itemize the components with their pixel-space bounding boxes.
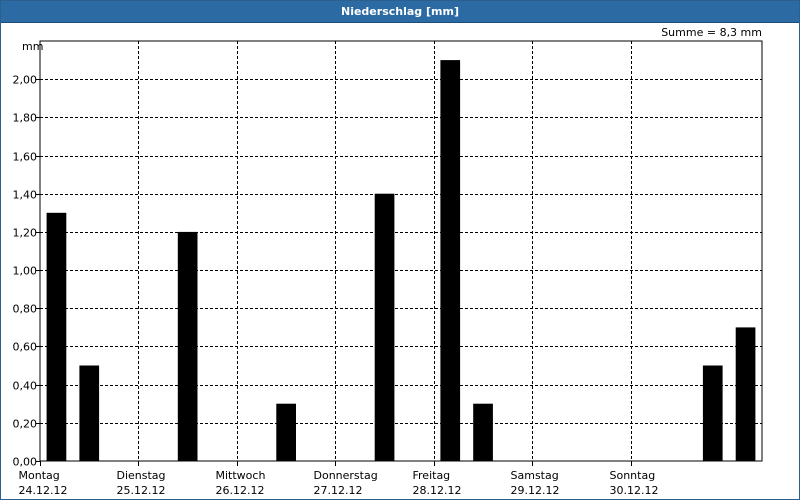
x-weekday-label: Dienstag xyxy=(117,469,166,482)
x-weekday-label: Mittwoch xyxy=(216,469,266,482)
y-tick-label: 1,60 xyxy=(13,151,38,164)
x-date-label: 28.12.12 xyxy=(413,484,462,497)
plot-area xyxy=(39,40,763,462)
y-tick-label: 0,60 xyxy=(13,341,38,354)
x-weekday-label: Donnerstag xyxy=(314,469,378,482)
y-tick-label: 1,20 xyxy=(13,227,38,240)
x-weekday-label: Sonntag xyxy=(610,469,656,482)
y-tick-label: 0,20 xyxy=(13,418,38,431)
bar xyxy=(374,193,395,461)
x-date-label: 24.12.12 xyxy=(19,484,68,497)
y-tick-label: 0,00 xyxy=(13,456,38,469)
sum-label: Summe = 8,3 mm xyxy=(661,26,762,39)
y-tick-label: 1,80 xyxy=(13,112,38,125)
bar xyxy=(735,327,756,461)
x-weekday-label: Montag xyxy=(19,469,60,482)
x-date-label: 27.12.12 xyxy=(314,484,363,497)
bar xyxy=(473,403,493,461)
y-tick-label: 0,40 xyxy=(13,380,38,393)
x-date-label: 25.12.12 xyxy=(117,484,166,497)
x-weekday-label: Samstag xyxy=(511,469,559,482)
y-tick-label: 1,40 xyxy=(13,189,38,202)
bar xyxy=(440,60,461,461)
y-tick-label: 2,00 xyxy=(13,74,38,87)
x-date-label: 30.12.12 xyxy=(610,484,659,497)
bar xyxy=(276,403,296,461)
bar xyxy=(79,365,100,461)
x-weekday-label: Freitag xyxy=(413,469,451,482)
bar xyxy=(177,231,198,461)
y-axis-label: mm xyxy=(22,40,43,53)
grid xyxy=(39,40,763,462)
precipitation-chart: 0,00 0,20 0,40 0,60 0,80 1,00 1,20 1,40 1,60 1,80… xyxy=(13,26,763,497)
x-date-label: 26.12.12 xyxy=(216,484,265,497)
x-date-label: 29.12.12 xyxy=(511,484,560,497)
bar xyxy=(46,212,67,461)
y-tick-label: 0,80 xyxy=(13,303,38,316)
bar xyxy=(702,365,723,461)
y-tick-label: 1,00 xyxy=(13,265,38,278)
